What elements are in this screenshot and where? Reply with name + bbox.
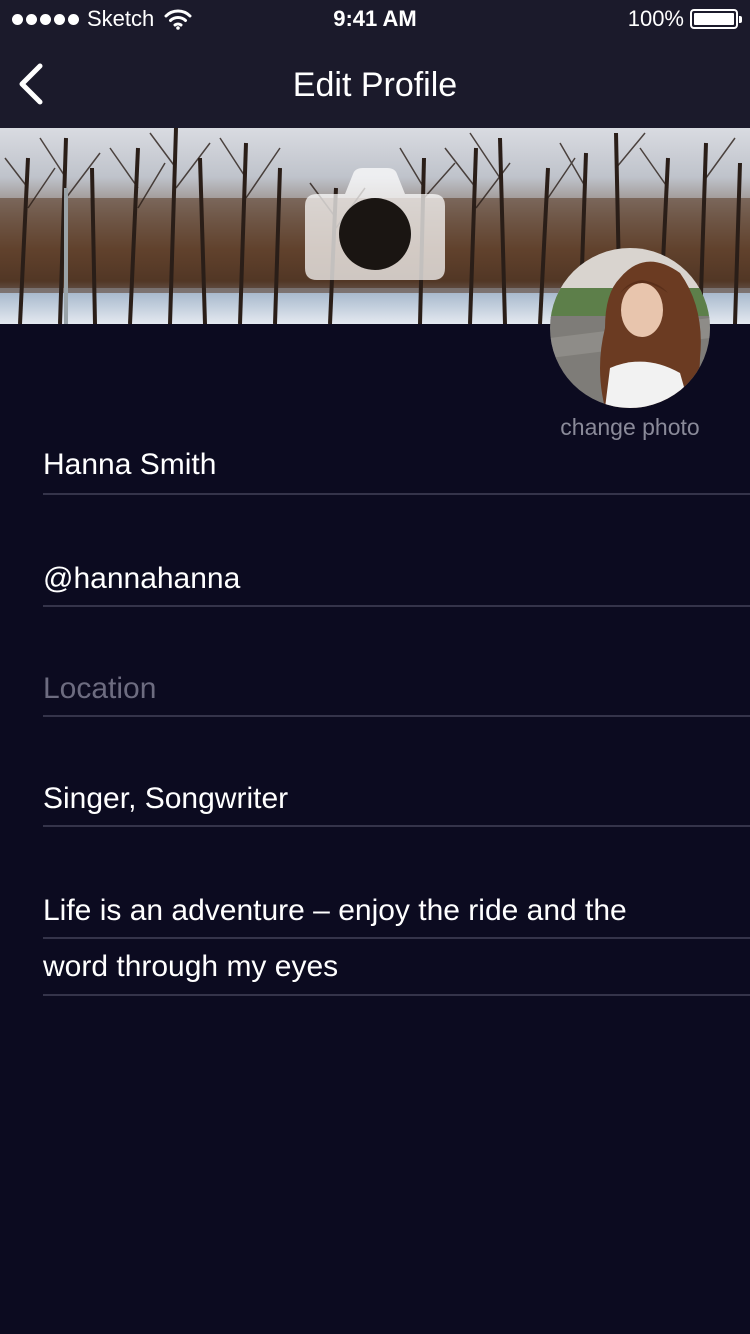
location-field[interactable]: Location <box>43 672 750 706</box>
avatar-photo <box>550 248 710 408</box>
bio-field-divider-2 <box>43 994 750 996</box>
edit-profile-screen: Sketch 9:41 AM 100% Edit Profile change … <box>0 0 750 1334</box>
occupation-field[interactable]: Singer, Songwriter <box>43 782 750 816</box>
username-field[interactable]: @hannahanna <box>43 562 750 596</box>
username-field-divider <box>43 605 750 607</box>
bio-field-divider-1 <box>43 937 750 939</box>
nav-bar: Edit Profile <box>0 40 750 128</box>
battery-percent: 100% <box>627 6 684 31</box>
name-field[interactable]: Hanna Smith <box>43 448 750 482</box>
bio-field-line-1[interactable]: Life is an adventure – enjoy the ride an… <box>43 894 750 928</box>
page-title: Edit Profile <box>292 66 458 104</box>
status-bar: Sketch 9:41 AM 100% <box>0 0 750 40</box>
avatar[interactable] <box>550 248 710 408</box>
name-field-divider <box>43 493 750 495</box>
change-photo-link[interactable]: change photo <box>530 414 730 441</box>
location-field-divider <box>43 715 750 717</box>
occupation-field-divider <box>43 825 750 827</box>
status-bar-right: 100% <box>627 6 742 32</box>
bio-field-line-2[interactable]: word through my eyes <box>43 950 750 984</box>
battery-icon <box>690 9 742 29</box>
camera-icon[interactable] <box>305 168 445 280</box>
